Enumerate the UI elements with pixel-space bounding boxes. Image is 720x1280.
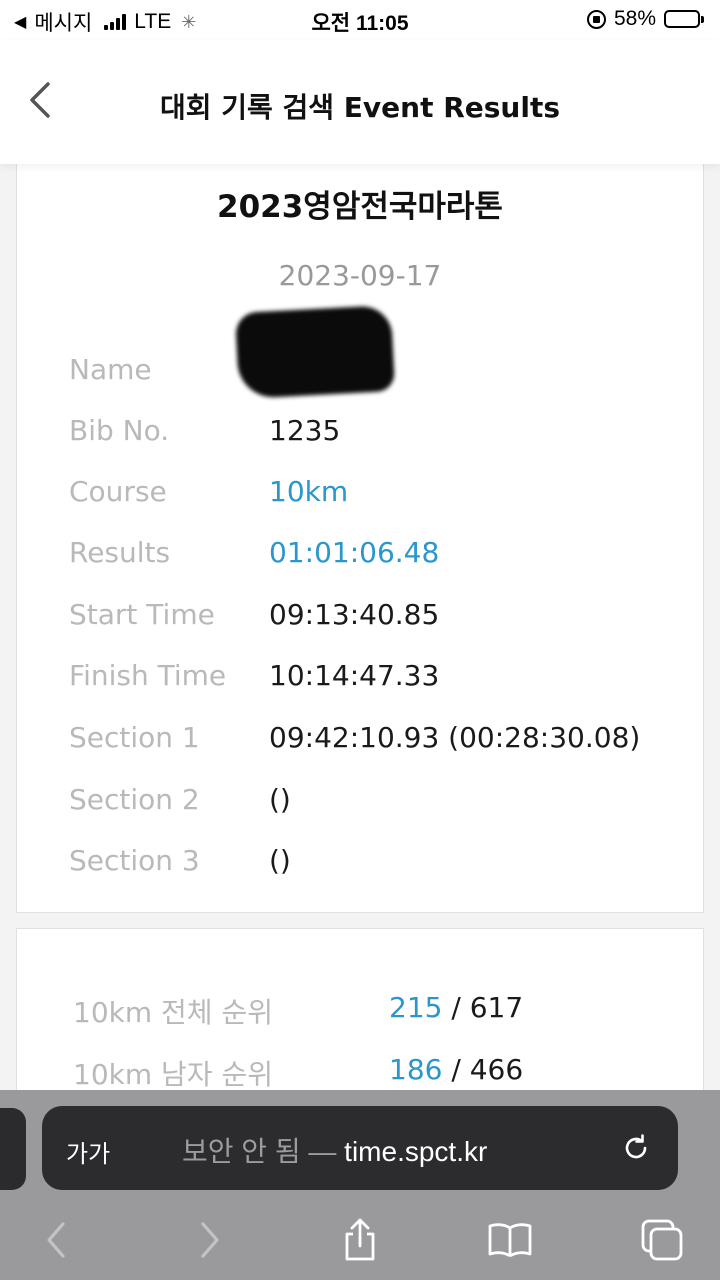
detail-row-results: Results 01:01:06.48 <box>69 536 689 576</box>
event-date: 2023-09-17 <box>278 259 442 292</box>
detail-value: 09:42:10.93 (00:28:30.08) <box>269 721 641 754</box>
page-settings-button[interactable]: 가가 <box>66 1134 110 1169</box>
detail-row-section-1: Section 1 09:42:10.93 (00:28:30.08) <box>69 721 689 761</box>
detail-label: Section 3 <box>69 844 200 877</box>
back-arrow-icon <box>47 1222 65 1258</box>
ranking-row-male: 10km 남자 순위 186 / 466 <box>73 1053 673 1093</box>
tabs-button[interactable] <box>638 1216 686 1264</box>
ranking-position: 186 <box>389 1053 443 1086</box>
detail-row-bib: Bib No. 1235 <box>69 414 689 454</box>
share-button[interactable] <box>336 1216 384 1264</box>
address-bar[interactable]: 가가 보안 안 됨 — time.spct.kr <box>42 1106 678 1190</box>
browser-forward-button[interactable] <box>186 1216 234 1264</box>
url-display[interactable]: 보안 안 됨 — time.spct.kr <box>182 1130 487 1170</box>
url-domain: time.spct.kr <box>344 1136 488 1167</box>
status-right: 58% <box>586 7 704 31</box>
reload-button[interactable] <box>620 1132 652 1164</box>
detail-value: 10:14:47.33 <box>269 659 440 692</box>
battery-percent: 58% <box>613 7 656 30</box>
detail-value: 10km <box>269 475 349 508</box>
battery-icon <box>664 10 704 28</box>
detail-row-start-time: Start Time 09:13:40.85 <box>69 598 689 638</box>
status-bar: ◀ 메시지 LTE ✳ 오전 11:05 58% <box>0 0 720 40</box>
detail-value: () <box>269 844 291 877</box>
ranking-label: 10km 전체 순위 <box>73 996 273 1029</box>
bookmarks-icon <box>488 1223 532 1258</box>
result-card: 2023영암전국마라톤 2023-09-17 Name Bib No. 1235… <box>16 152 704 913</box>
forward-arrow-icon <box>201 1222 219 1258</box>
bookmarks-button[interactable] <box>486 1216 534 1264</box>
detail-label: Finish Time <box>69 659 227 692</box>
detail-label: Section 1 <box>69 721 200 754</box>
detail-label: Name <box>69 353 152 386</box>
ranking-row-overall: 10km 전체 순위 215 / 617 <box>73 991 673 1031</box>
ranking-value: 186 / 466 <box>389 1053 523 1086</box>
reload-icon <box>625 1134 647 1159</box>
ranking-label: 10km 남자 순위 <box>73 1058 273 1091</box>
detail-value: 01:01:06.48 <box>269 536 440 569</box>
detail-label: Section 2 <box>69 783 200 816</box>
browser-bar: 가가 보안 안 됨 — time.spct.kr <box>0 1090 720 1280</box>
detail-label: Bib No. <box>69 414 170 447</box>
ranking-total: 617 <box>469 991 524 1024</box>
app-header: 대회 기록 검색 Event Results <box>0 40 720 164</box>
rotation-lock-icon <box>586 9 606 29</box>
tabs-icon <box>641 1219 683 1261</box>
detail-row-finish-time: Finish Time 10:14:47.33 <box>69 659 689 699</box>
detail-label: Results <box>69 536 171 569</box>
detail-label: Course <box>69 475 167 508</box>
insecure-label: 보안 안 됨 — <box>182 1136 337 1167</box>
detail-label: Start Time <box>69 598 215 631</box>
ranking-separator: / <box>451 991 461 1024</box>
detail-row-name: Name <box>69 353 689 393</box>
ranking-position: 215 <box>389 991 443 1024</box>
detail-value: () <box>269 783 291 816</box>
ranking-separator: / <box>451 1053 461 1086</box>
detail-value: 1235 <box>269 414 341 447</box>
share-icon <box>345 1218 375 1261</box>
detail-row-course: Course 10km <box>69 475 689 515</box>
page-title: 대회 기록 검색 Event Results <box>159 91 561 124</box>
browser-back-button[interactable] <box>32 1216 80 1264</box>
browser-toolbar <box>0 1206 720 1278</box>
detail-row-section-3: Section 3 () <box>69 844 689 884</box>
ranking-total: 466 <box>469 1053 524 1086</box>
event-title: 2023영암전국마라톤 <box>217 189 503 225</box>
ranking-value: 215 / 617 <box>389 991 523 1024</box>
previous-tab-peek[interactable] <box>0 1108 26 1190</box>
detail-value: 09:13:40.85 <box>269 598 440 631</box>
detail-row-section-2: Section 2 () <box>69 783 689 823</box>
